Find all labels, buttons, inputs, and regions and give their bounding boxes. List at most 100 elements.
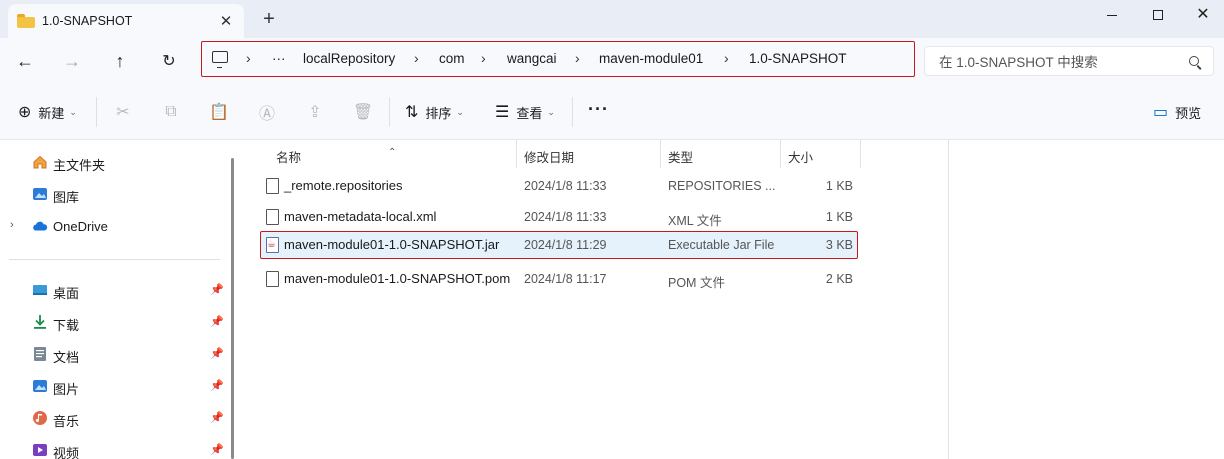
sidebar-item-pictures[interactable]: 图片 📌	[0, 372, 230, 400]
breadcrumb-separator-icon[interactable]: ›	[575, 50, 580, 66]
sidebar-item-music[interactable]: 音乐 📌	[0, 404, 230, 432]
breadcrumb-overflow[interactable]: ···	[272, 51, 286, 66]
sidebar-item-downloads[interactable]: 下载 📌	[0, 308, 230, 336]
chevron-right-icon[interactable]: ›	[10, 219, 14, 231]
breadcrumb-separator-icon[interactable]: ›	[414, 50, 419, 66]
up-button[interactable]: ↑	[108, 49, 132, 73]
minimize-icon	[1107, 14, 1117, 16]
address-bar[interactable]: › ··· localRepository › com › wangcai › …	[201, 41, 915, 77]
plus-circle-icon: ⊕	[18, 104, 32, 121]
sidebar-item-onedrive[interactable]: › OneDrive	[0, 212, 230, 240]
sidebar-scrollbar[interactable]	[231, 158, 234, 459]
view-button[interactable]: ☰ 查看 ⌄	[495, 102, 555, 122]
pin-icon[interactable]: 📌	[210, 379, 224, 392]
chevron-down-icon: ⌄	[69, 106, 77, 117]
pin-icon[interactable]: 📌	[210, 443, 224, 456]
table-row[interactable]: maven-metadata-local.xml 2024/1/8 11:33 …	[261, 204, 858, 230]
search-icon[interactable]	[1189, 56, 1199, 66]
minimize-button[interactable]	[1089, 0, 1135, 30]
file-date: 2024/1/8 11:17	[524, 272, 607, 286]
new-label: 新建	[38, 105, 65, 121]
tab-close-icon[interactable]: ✕	[218, 12, 234, 30]
refresh-button[interactable]: ↻	[157, 49, 181, 73]
sidebar-item-label: 音乐	[53, 414, 80, 429]
sidebar-item-label: 图库	[53, 190, 80, 205]
breadcrumb-maven-module01[interactable]: maven-module01	[599, 51, 703, 66]
file-size: 1 KB	[825, 210, 853, 224]
maximize-icon	[1153, 10, 1163, 20]
paste-icon[interactable]: 📋	[208, 101, 230, 123]
tab-title: 1.0-SNAPSHOT	[42, 14, 133, 28]
sidebar-item-gallery[interactable]: 图库	[0, 180, 230, 208]
column-header-size[interactable]: 大小	[788, 147, 813, 166]
download-icon	[32, 314, 48, 330]
rename-icon[interactable]: Ⓐ	[256, 101, 278, 123]
breadcrumb-localrepository[interactable]: localRepository	[303, 51, 395, 66]
search-box[interactable]	[924, 46, 1214, 76]
file-icon	[266, 271, 279, 287]
toolbar-divider	[572, 97, 573, 127]
cloud-icon	[32, 218, 48, 234]
column-header-date[interactable]: 修改日期	[524, 147, 574, 166]
column-divider[interactable]	[780, 140, 781, 168]
table-row[interactable]: _remote.repositories 2024/1/8 11:33 REPO…	[261, 173, 858, 199]
new-button[interactable]: ⊕ 新建 ⌄	[18, 102, 77, 122]
copy-icon[interactable]: ⧉	[160, 101, 182, 123]
breadcrumb-separator-icon[interactable]: ›	[246, 50, 251, 66]
sidebar-item-videos[interactable]: 视频 📌	[0, 436, 230, 459]
forward-button[interactable]: →	[60, 49, 84, 73]
videos-icon	[32, 442, 48, 458]
preview-pane-icon: ▭	[1153, 104, 1169, 121]
column-header-name[interactable]: 名称	[276, 147, 301, 166]
toolbar-divider	[389, 97, 390, 127]
folder-icon	[17, 14, 35, 28]
sidebar-item-home[interactable]: 主文件夹	[0, 148, 230, 176]
address-row: ← → ↑ ↻ › ··· localRepository › com › wa…	[0, 38, 1224, 84]
view-label: 查看	[516, 105, 543, 121]
column-divider[interactable]	[516, 140, 517, 168]
sidebar-divider	[9, 259, 220, 260]
breadcrumb-wangcai[interactable]: wangcai	[507, 51, 557, 66]
breadcrumb-current[interactable]: 1.0-SNAPSHOT	[749, 51, 847, 66]
file-type: POM 文件	[668, 276, 725, 290]
delete-icon[interactable]: 🗑	[352, 101, 374, 123]
table-row[interactable]: maven-module01-1.0-SNAPSHOT.pom 2024/1/8…	[261, 266, 858, 292]
chevron-down-icon: ⌄	[456, 106, 464, 117]
column-divider[interactable]	[860, 140, 861, 168]
share-icon[interactable]: ⇪	[304, 101, 326, 123]
preview-button[interactable]: ▭ 预览	[1153, 102, 1201, 122]
computer-icon[interactable]	[212, 51, 228, 68]
new-tab-button[interactable]: +	[259, 9, 279, 29]
column-divider[interactable]	[660, 140, 661, 168]
file-icon	[266, 178, 279, 194]
pin-icon[interactable]: 📌	[210, 315, 224, 328]
file-name: _remote.repositories	[284, 178, 403, 193]
sidebar-item-label: 视频	[53, 446, 80, 459]
cut-icon[interactable]: ✂	[112, 101, 134, 123]
pin-icon[interactable]: 📌	[210, 411, 224, 424]
sidebar-item-label: 图片	[53, 382, 80, 397]
more-options-icon[interactable]: ···	[588, 99, 609, 120]
navigation-pane: 主文件夹 图库 › OneDrive 桌面 📌 下载 📌 文档 📌 图片 📌 音…	[0, 140, 240, 459]
sidebar-item-label: 下载	[53, 318, 80, 333]
gallery-icon	[32, 186, 48, 202]
sidebar-item-desktop[interactable]: 桌面 📌	[0, 276, 230, 304]
tab-active[interactable]: 1.0-SNAPSHOT ✕	[8, 4, 244, 38]
close-window-button[interactable]: ✕	[1180, 0, 1224, 30]
sidebar-item-documents[interactable]: 文档 📌	[0, 340, 230, 368]
search-input[interactable]	[939, 53, 1179, 71]
back-button[interactable]: ←	[13, 49, 37, 73]
file-date: 2024/1/8 11:33	[524, 210, 607, 224]
sidebar-item-label: 桌面	[53, 286, 80, 301]
pin-icon[interactable]: 📌	[210, 283, 224, 296]
maximize-button[interactable]	[1135, 0, 1181, 30]
breadcrumb-separator-icon[interactable]: ›	[481, 50, 486, 66]
sort-button[interactable]: ⇅ 排序 ⌄	[405, 102, 464, 122]
column-header-type[interactable]: 类型	[668, 147, 693, 166]
file-icon	[266, 209, 279, 225]
breadcrumb-separator-icon[interactable]: ›	[724, 50, 729, 66]
file-size: 2 KB	[825, 272, 853, 286]
file-name: maven-module01-1.0-SNAPSHOT.pom	[284, 271, 511, 286]
pin-icon[interactable]: 📌	[210, 347, 224, 360]
breadcrumb-com[interactable]: com	[439, 51, 465, 66]
